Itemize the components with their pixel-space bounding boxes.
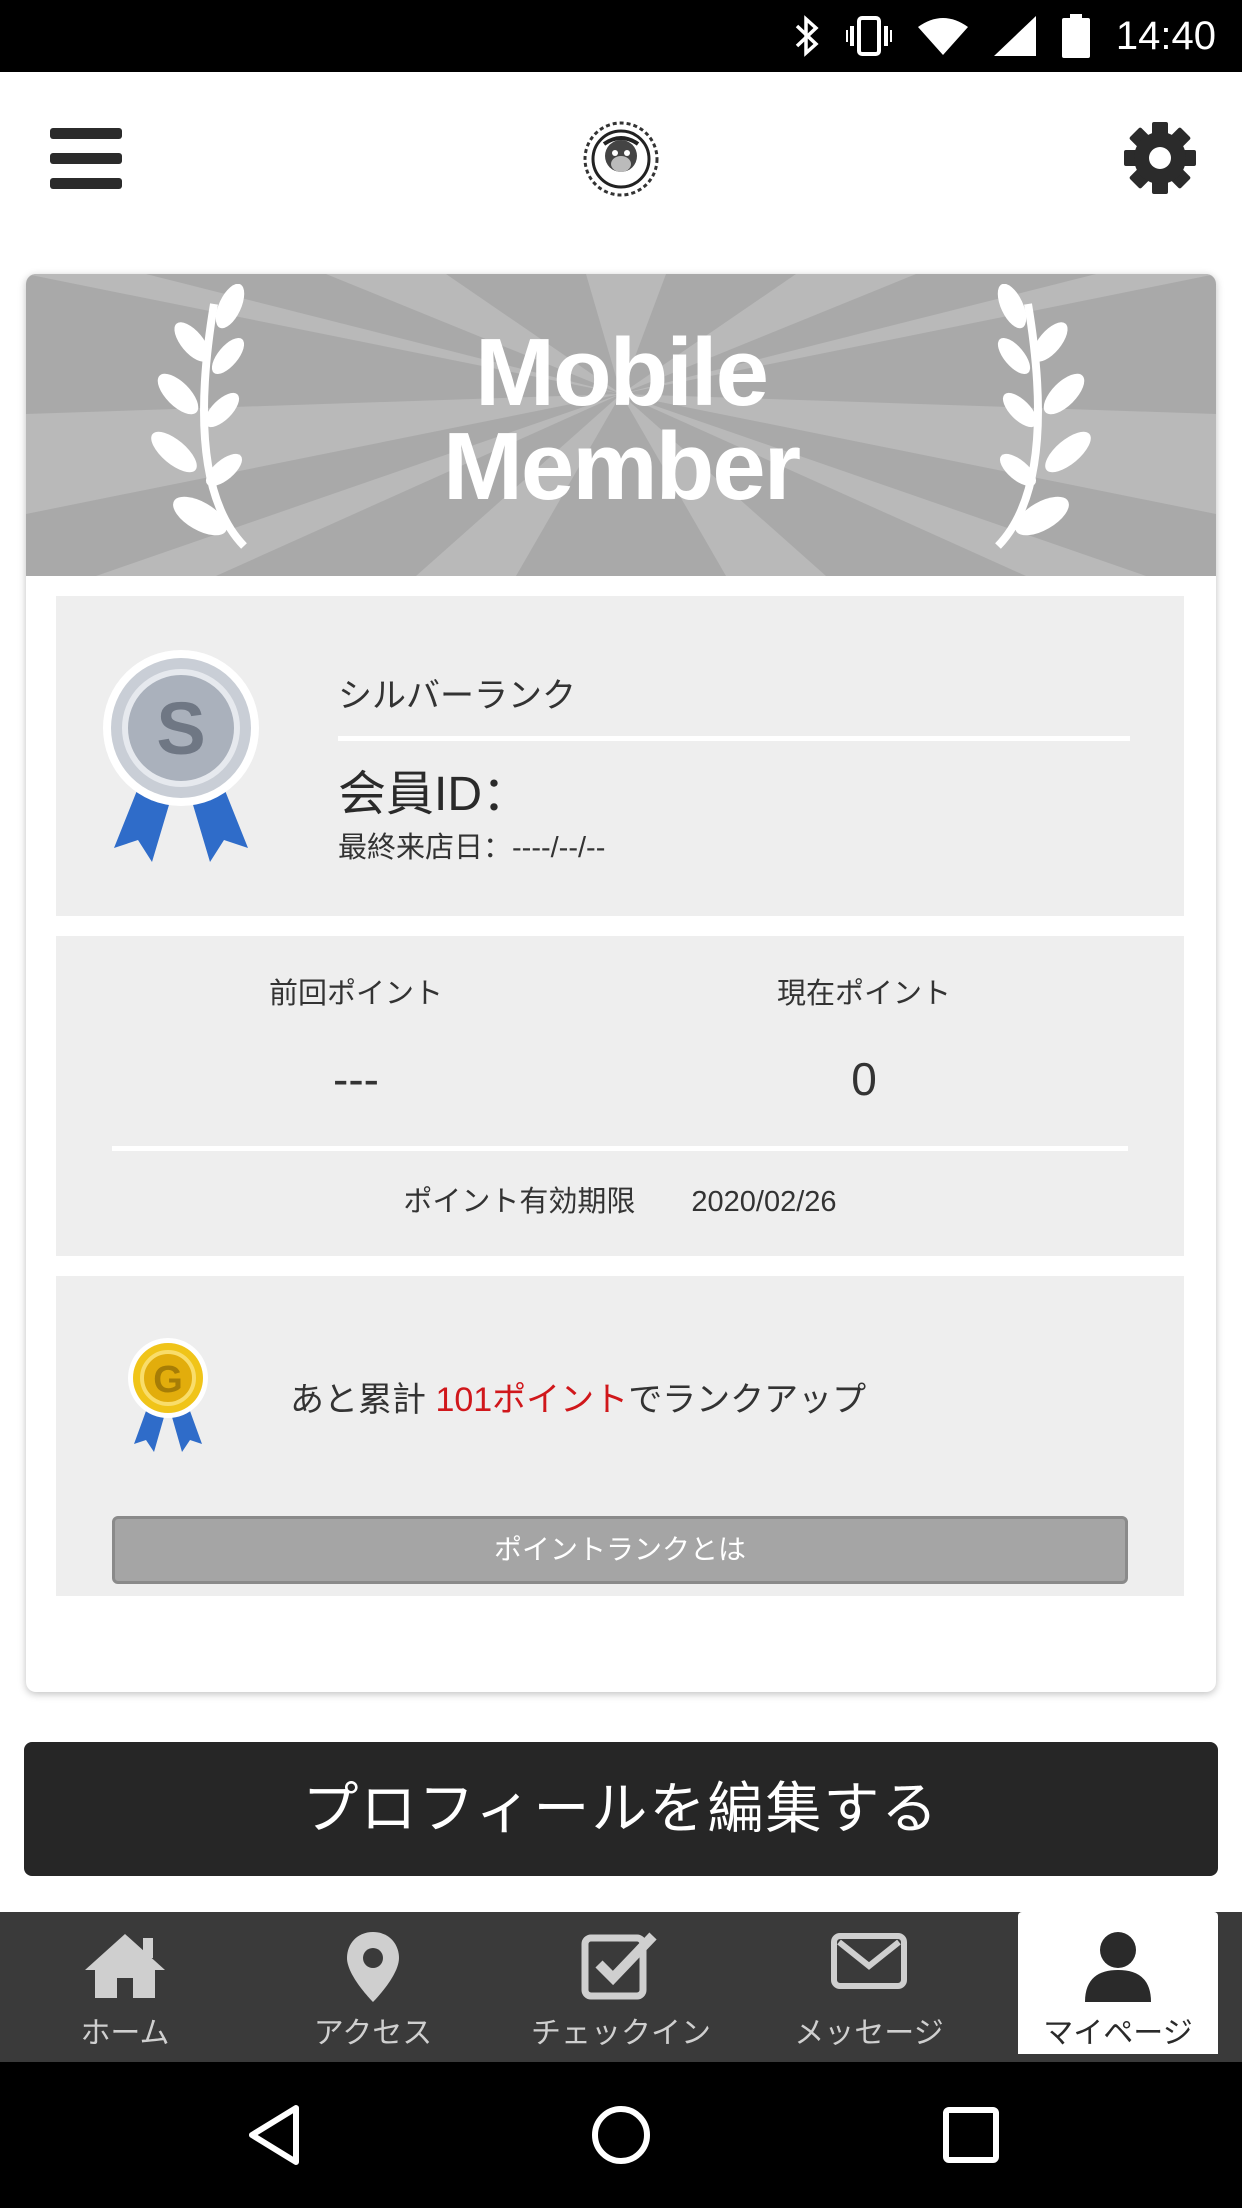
- home-circle-icon[interactable]: [588, 2102, 654, 2168]
- points-expiry: ポイント有効期限 2020/02/26: [56, 1178, 1184, 1220]
- home-icon: [4, 1930, 246, 2010]
- point-rank-info-button[interactable]: ポイントランクとは: [112, 1516, 1128, 1584]
- edit-profile-button[interactable]: プロフィールを編集する: [24, 1742, 1218, 1876]
- previous-points-value: ---: [333, 1053, 379, 1105]
- current-points: 現在ポイント 0: [664, 970, 1064, 1106]
- rankup-text-after: でランクアップ: [628, 1381, 867, 1419]
- previous-points-label: 前回ポイント: [268, 978, 443, 1010]
- points-divider: [112, 1146, 1128, 1151]
- tab-checkin-label: チェックイン: [531, 2017, 711, 2050]
- last-visit-date: 最終来店日：----/--/--: [338, 832, 606, 864]
- tab-home-label: ホーム: [80, 2017, 170, 2050]
- tab-access-label: アクセス: [313, 2017, 433, 2050]
- rank-divider: [338, 736, 1130, 741]
- envelope-icon: [748, 1930, 990, 2010]
- back-icon[interactable]: [244, 2102, 310, 2168]
- next-rank-panel: G あと累計 101ポイントでランクアップ ポイントランクとは: [56, 1276, 1184, 1596]
- rankup-text-before: あと累計: [290, 1381, 436, 1419]
- monkey-crest-logo: [582, 120, 660, 198]
- wifi-icon: [917, 17, 968, 55]
- vibrate-icon: [845, 16, 892, 56]
- battery-icon: [1061, 14, 1090, 58]
- bottom-tab-bar: ホーム アクセス チェックイン メッセージ マイページ: [0, 1912, 1242, 2062]
- current-points-label: 現在ポイント: [776, 978, 951, 1010]
- rank-panel: S シルバーランク 会員ID： 最終来店日：----/--/--: [56, 596, 1184, 916]
- silver-rank-medal-icon: S: [103, 650, 259, 862]
- tab-mypage-label: マイページ: [1043, 2017, 1193, 2050]
- recents-square-icon[interactable]: [938, 2102, 1004, 2168]
- current-points-value: 0: [851, 1053, 877, 1105]
- member-id-label: 会員ID：: [338, 768, 531, 821]
- gold-badge-letter: G: [153, 1359, 183, 1401]
- hamburger-menu-icon[interactable]: [50, 128, 122, 189]
- status-bar: 14:40: [0, 0, 1242, 72]
- tab-checkin[interactable]: チェックイン: [500, 1912, 742, 2062]
- map-pin-icon: [252, 1930, 494, 2010]
- expiry-date: 2020/02/26: [691, 1186, 837, 1218]
- rankup-message: あと累計 101ポイントでランクアップ: [290, 1372, 866, 1421]
- rankup-points-needed: 101ポイント: [435, 1381, 629, 1419]
- gear-icon[interactable]: [1122, 120, 1198, 196]
- status-clock: 14:40: [1115, 13, 1216, 58]
- tab-mypage[interactable]: マイページ: [1018, 1912, 1218, 2054]
- app-header: [0, 72, 1242, 244]
- silver-badge-letter: S: [156, 687, 205, 770]
- member-banner: Mobile Member: [26, 274, 1216, 576]
- rank-name: シルバーランク: [338, 677, 576, 715]
- laurel-right-icon: [995, 284, 1091, 549]
- user-icon: [1018, 1930, 1218, 2010]
- points-panel: 前回ポイント --- 現在ポイント 0 ポイント有効期限 2020/02/26: [56, 936, 1184, 1256]
- cell-signal-icon: [993, 16, 1036, 56]
- system-nav-bar: [0, 2062, 1242, 2208]
- tab-message[interactable]: メッセージ: [748, 1912, 990, 2062]
- tab-message-label: メッセージ: [794, 2017, 944, 2050]
- previous-points: 前回ポイント ---: [156, 970, 556, 1106]
- bluetooth-icon: [794, 15, 820, 57]
- expiry-label: ポイント有効期限: [403, 1186, 636, 1218]
- tab-home[interactable]: ホーム: [4, 1912, 246, 2062]
- tab-access[interactable]: アクセス: [252, 1912, 494, 2062]
- gold-rank-medal-icon: G: [128, 1338, 208, 1452]
- member-card: Mobile Member S シルバーランク 会員ID： 最終来店日：----…: [26, 274, 1216, 1692]
- checkbox-icon: [500, 1930, 742, 2010]
